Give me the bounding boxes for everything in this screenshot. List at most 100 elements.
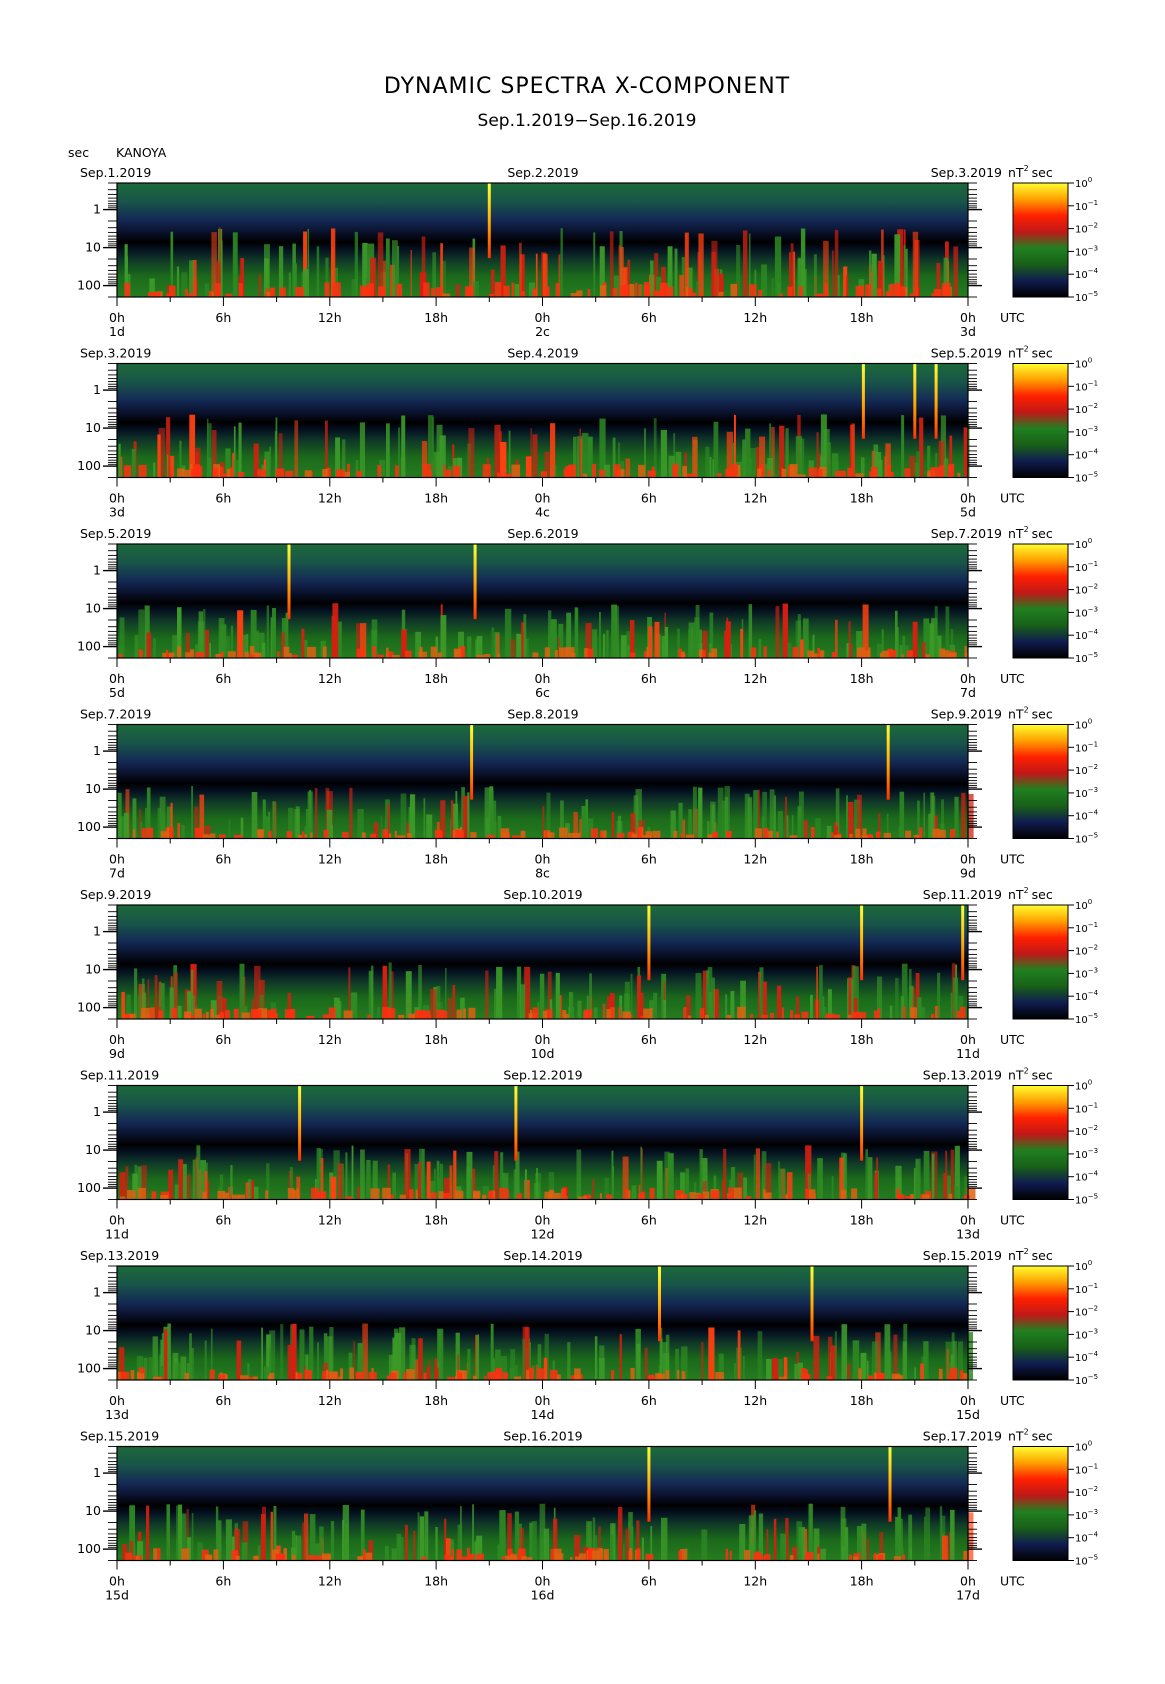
y-tick-label: 100 xyxy=(77,1000,101,1015)
activity-hot xyxy=(603,1549,609,1561)
activity-hot xyxy=(616,833,625,839)
activity-streak xyxy=(625,458,631,478)
activity-streak xyxy=(496,966,503,1019)
x-tick-label: 6h xyxy=(215,1393,231,1408)
activity-streak xyxy=(588,436,593,478)
activity-hot xyxy=(960,1006,966,1019)
activity-streak xyxy=(606,630,609,658)
activity-hot xyxy=(583,1009,593,1019)
activity-hot xyxy=(532,652,539,658)
activity-hot xyxy=(494,282,502,297)
activity-hot xyxy=(726,1014,732,1019)
colorbar-tick-label: 10−2 xyxy=(1075,944,1098,958)
activity-streak xyxy=(640,1146,643,1200)
day-label: 12d xyxy=(531,1227,555,1242)
activity-streak xyxy=(577,1000,582,1019)
y-tick-label: 10 xyxy=(85,601,101,616)
activity-streak xyxy=(742,1355,745,1380)
activity-hot xyxy=(750,647,757,658)
activity-streak xyxy=(466,1167,470,1200)
activity-hot xyxy=(807,650,815,658)
activity-hot xyxy=(126,1190,136,1200)
panel-date-mid: Sep.6.2019 xyxy=(507,526,578,541)
x-tick-label: 6h xyxy=(641,1213,657,1228)
activity-hot xyxy=(877,288,882,297)
impulse-spike xyxy=(470,724,474,800)
activity-hot xyxy=(270,287,276,297)
activity-streak xyxy=(842,1545,845,1561)
colorbar xyxy=(1012,182,1069,298)
activity-streak xyxy=(514,284,519,297)
activity-streak xyxy=(741,460,744,478)
colorbar-unit-label: nT2 sec xyxy=(1008,1247,1053,1263)
activity-hot xyxy=(893,1556,901,1561)
activity-hot xyxy=(849,1554,852,1561)
activity-hot xyxy=(950,829,956,839)
colorbar-tick-label: 100 xyxy=(1075,176,1092,190)
activity-streak xyxy=(775,606,780,658)
activity-streak xyxy=(153,638,156,658)
activity-streak xyxy=(258,274,261,297)
activity-streak xyxy=(385,238,390,297)
x-tick-label: 0h xyxy=(960,1393,976,1408)
activity-hot xyxy=(851,1188,858,1200)
activity-hot xyxy=(599,831,603,839)
activity-hot xyxy=(729,1551,732,1561)
activity-hot xyxy=(545,830,548,839)
activity-hot xyxy=(646,646,649,658)
y-tick-label: 1 xyxy=(93,382,101,397)
panel-date-left: Sep.1.2019 xyxy=(80,165,151,180)
x-tick-label: 6h xyxy=(215,671,231,686)
panel-3: Sep.5.2019 Sep.6.2019 Sep.7.2019 nT2 sec 1 10 1… xyxy=(77,525,1098,700)
activity-hot xyxy=(526,1370,529,1380)
activity-hot xyxy=(683,291,686,297)
activity-hot xyxy=(500,828,510,839)
activity-streak xyxy=(181,824,185,839)
day-label: 11d xyxy=(956,1046,980,1061)
activity-streak xyxy=(349,787,353,839)
activity-streak xyxy=(331,615,337,658)
activity-streak xyxy=(841,1324,848,1380)
activity-streak xyxy=(692,786,697,839)
activity-hot xyxy=(232,1194,240,1200)
colorbar-tick-label: 10−4 xyxy=(1075,989,1099,1003)
activity-hot xyxy=(620,285,630,297)
activity-streak xyxy=(779,1168,786,1200)
x-tick-label: 18h xyxy=(424,1574,448,1589)
panel-date-right: Sep.9.2019 xyxy=(931,707,1002,722)
impulse-spike xyxy=(961,905,965,981)
x-tick-label: 12h xyxy=(743,491,767,506)
colorbar xyxy=(1012,1085,1069,1200)
activity-hot xyxy=(730,463,738,478)
activity-hot xyxy=(253,652,260,658)
activity-hot xyxy=(717,473,722,478)
activity-hot xyxy=(177,646,182,658)
activity-streak xyxy=(611,604,617,658)
activity-hot xyxy=(205,1011,209,1019)
activity-streak xyxy=(357,1187,360,1200)
activity-hot xyxy=(770,1013,774,1019)
activity-streak xyxy=(609,231,614,297)
activity-streak xyxy=(516,633,520,658)
activity-hot xyxy=(201,834,211,839)
activity-hot xyxy=(235,1555,240,1561)
activity-hot xyxy=(638,1194,644,1200)
day-label: 15d xyxy=(956,1407,980,1422)
activity-hot xyxy=(545,286,550,297)
activity-hot xyxy=(831,1014,840,1019)
activity-hot xyxy=(157,1548,161,1561)
activity-streak xyxy=(520,984,526,1019)
activity-streak xyxy=(660,429,667,478)
y-tick-label: 100 xyxy=(77,639,101,654)
activity-streak xyxy=(826,442,831,478)
activity-hot xyxy=(587,289,591,297)
day-label: 10d xyxy=(531,1046,555,1061)
activity-hot xyxy=(792,647,799,658)
activity-hot xyxy=(789,1555,794,1561)
activity-streak xyxy=(419,1516,424,1561)
activity-streak xyxy=(359,422,365,478)
activity-streak xyxy=(532,434,538,478)
activity-streak xyxy=(254,1186,259,1200)
activity-streak xyxy=(619,1334,622,1380)
activity-hot xyxy=(824,283,829,297)
